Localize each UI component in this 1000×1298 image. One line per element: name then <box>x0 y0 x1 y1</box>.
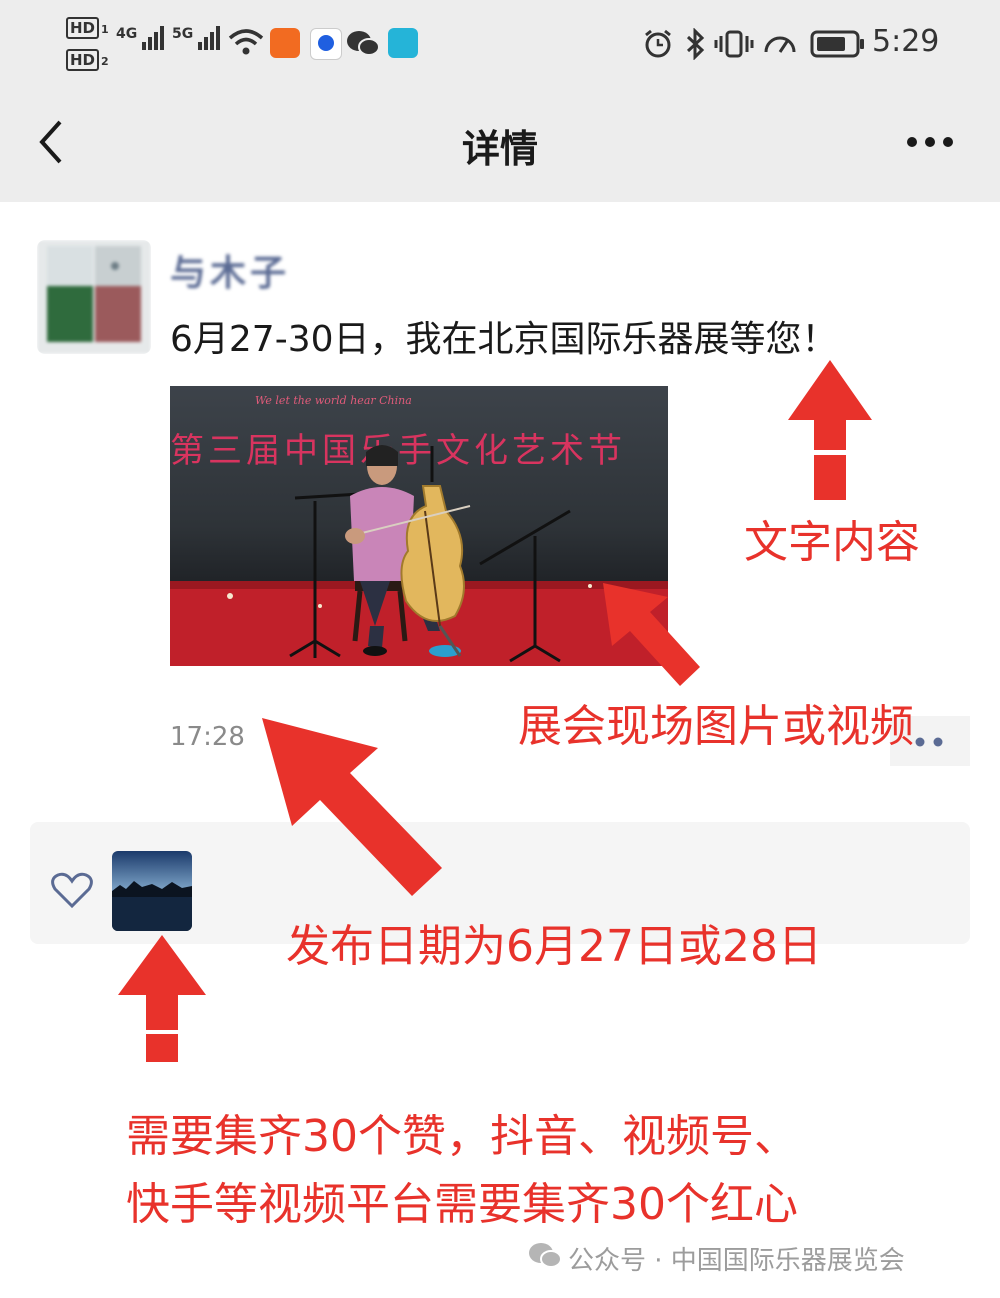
sim1-label: HD <box>66 17 100 39</box>
status-time: 5:29 <box>872 24 940 59</box>
signal-bars-2-icon <box>198 26 222 50</box>
author-avatar[interactable] <box>37 240 151 354</box>
liker-avatar[interactable] <box>112 851 192 931</box>
reader-app-icon <box>388 28 418 58</box>
wifi-icon <box>228 29 264 55</box>
network-type-1: 4G <box>116 26 138 42</box>
annotation-likes-line2: 快手等视频平台需要集齐30个红心 <box>126 1179 798 1230</box>
signal-bars-1-icon <box>142 26 166 50</box>
watermark-text: 公众号 · 中国国际乐器展览会 <box>568 1246 905 1276</box>
bluetooth-icon <box>686 28 705 60</box>
heart-icon <box>51 872 93 909</box>
arrow-likes <box>118 935 206 1062</box>
vibrate-icon <box>714 30 754 58</box>
post-text: 6月27-30日，我在北京国际乐器展等您！ <box>170 319 838 360</box>
post-time: 17:28 <box>170 722 245 752</box>
data-speed-icon <box>764 36 796 53</box>
signal-2: 5G <box>172 26 222 50</box>
sim2-label: HD <box>66 49 100 71</box>
annotation-publish-date: 发布日期为6月27日或28日 <box>286 921 822 972</box>
author-name[interactable]: 与木子 <box>170 244 290 296</box>
signal-1: 4G <box>116 26 166 50</box>
sim2-hd-badge: HD 2 <box>66 49 109 71</box>
post-photo[interactable]: We let the world hear China 第三届中国乐手文化艺术节 <box>170 386 668 666</box>
page-title: 详情 <box>461 127 538 171</box>
annotation-likes-line1: 需要集齐30个赞，抖音、视频号、 <box>126 1111 798 1162</box>
photo-caption-text: We let the world hear China <box>255 394 412 407</box>
alarm-icon <box>645 29 671 58</box>
sim1-hd-badge: HD 1 <box>66 17 109 39</box>
annotation-photo-or-video: 展会现场图片或视频 <box>518 701 914 752</box>
wechat-icon <box>347 31 380 56</box>
wechat-watermark-icon <box>529 1243 562 1268</box>
battery-icon <box>810 30 864 58</box>
network-type-2: 5G <box>172 26 194 42</box>
kuaishou-app-icon <box>270 28 300 58</box>
more-options-icon[interactable] <box>904 130 956 154</box>
browser-app-icon <box>310 28 342 60</box>
annotation-text-content: 文字内容 <box>744 517 920 568</box>
arrow-text-content <box>788 360 872 500</box>
